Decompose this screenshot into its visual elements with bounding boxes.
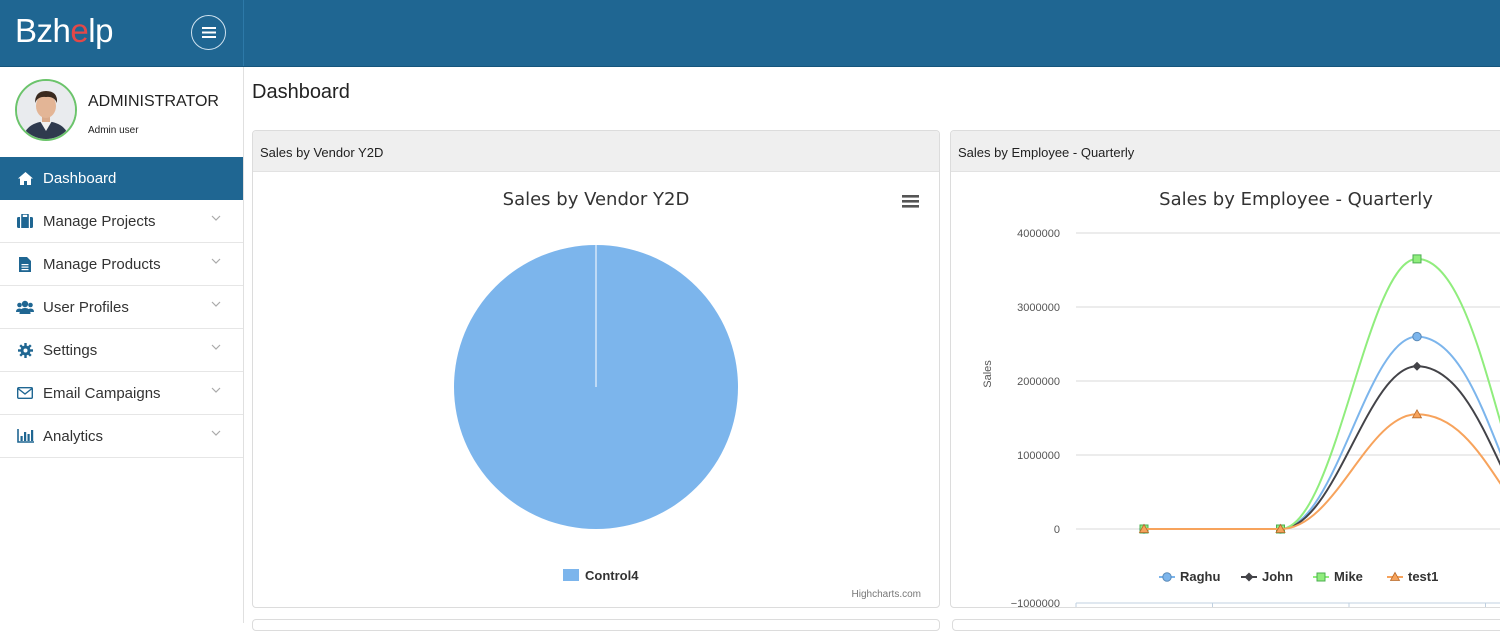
legend-item-mike[interactable]: Mike [1334, 569, 1363, 584]
page-title: Dashboard [252, 81, 350, 103]
panel-stub [952, 619, 1500, 631]
avatar[interactable] [15, 79, 77, 141]
document-icon [16, 255, 34, 273]
series-line-test1[interactable] [1144, 413, 1500, 530]
hamburger-icon [201, 27, 216, 38]
chart-credits[interactable]: Highcharts.com [852, 589, 921, 600]
panel-stub [252, 619, 940, 631]
sidebar-item-settings[interactable]: Settings [0, 329, 243, 372]
legend-marker[interactable] [1316, 572, 1326, 582]
employee-sales-panel: Sales by Employee - Quarterly Sales by E… [950, 130, 1500, 608]
sidebar-item-label: Manage Projects [43, 212, 156, 230]
username: ADMINISTRATOR [88, 93, 219, 110]
vendor-sales-panel: Sales by Vendor Y2D Sales by Vendor Y2D … [252, 130, 940, 608]
chart-title: Sales by Employee - Quarterly [1159, 189, 1433, 210]
panel-header: Sales by Employee - Quarterly [951, 131, 1500, 172]
chart-title: Sales by Vendor Y2D [503, 189, 690, 210]
envelope-icon [16, 384, 34, 402]
y-tick-label: 3000000 [1017, 302, 1060, 314]
y-tick-label: −1000000 [1011, 598, 1060, 607]
sidebar-item-label: Settings [43, 341, 98, 359]
briefcase-icon [16, 212, 34, 230]
sidebar-item-user-profiles[interactable]: User Profiles [0, 286, 243, 329]
sidebar-item-label: Email Campaigns [43, 384, 161, 402]
user-role: Admin user [88, 125, 139, 136]
series-line-mike[interactable] [1144, 257, 1500, 530]
chevron-down-icon [211, 215, 221, 221]
sidebar: ADMINISTRATOR Admin user Dashboard Manag… [0, 67, 244, 623]
chevron-down-icon [211, 258, 221, 264]
menu-toggle-button[interactable] [191, 15, 226, 50]
y-tick-label: 2000000 [1017, 376, 1060, 388]
legend-item-control4[interactable]: Control4 [585, 568, 639, 583]
y-tick-label: 1000000 [1017, 450, 1060, 462]
sidebar-item-label: Dashboard [43, 169, 117, 187]
legend-marker[interactable] [1162, 572, 1172, 582]
employee-line-chart: Sales by Employee - Quarterly Sales 4000… [982, 189, 1500, 607]
data-point-john[interactable] [1412, 361, 1422, 371]
series-line-john[interactable] [1144, 365, 1500, 530]
panel-title: Sales by Employee - Quarterly [958, 145, 1135, 160]
legend-item-john[interactable]: John [1262, 569, 1293, 584]
sidebar-item-label: Manage Products [43, 255, 161, 273]
sidebar-item-label: Analytics [43, 427, 104, 445]
chevron-down-icon [211, 387, 221, 393]
app-logo[interactable]: Bzhelp [15, 12, 113, 50]
data-point-raghu[interactable] [1412, 331, 1422, 342]
legend-item-test1[interactable]: test1 [1408, 569, 1438, 584]
user-profile: ADMINISTRATOR Admin user [0, 67, 243, 157]
vendor-pie-chart: Sales by Vendor Y2D Control4 Highcharts.… [454, 189, 921, 600]
y-axis-label: Sales [982, 360, 994, 388]
series-line-raghu[interactable] [1144, 335, 1500, 530]
panel-header: Sales by Vendor Y2D [253, 131, 939, 172]
users-icon [16, 298, 34, 316]
sidebar-item-label: User Profiles [43, 298, 129, 316]
sidebar-nav: Dashboard Manage Projects Manage Product… [0, 157, 243, 458]
legend-item-raghu[interactable]: Raghu [1180, 569, 1221, 584]
top-bar: Bzhelp [0, 0, 1500, 67]
legend-marker[interactable] [1244, 572, 1254, 582]
gear-icon [16, 341, 34, 359]
chevron-down-icon [211, 301, 221, 307]
bar-chart-icon [16, 427, 34, 445]
chevron-down-icon [211, 430, 221, 436]
sidebar-item-manage-projects[interactable]: Manage Projects [0, 200, 243, 243]
sidebar-item-dashboard[interactable]: Dashboard [0, 157, 243, 200]
sidebar-item-email-campaigns[interactable]: Email Campaigns [0, 372, 243, 415]
panel-title: Sales by Vendor Y2D [260, 145, 384, 160]
brand-area: Bzhelp [0, 0, 244, 66]
y-tick-label: 0 [1054, 524, 1060, 536]
legend-swatch [563, 569, 579, 581]
sidebar-item-analytics[interactable]: Analytics [0, 415, 243, 458]
home-icon [16, 169, 34, 187]
sidebar-item-manage-products[interactable]: Manage Products [0, 243, 243, 286]
logo-heart: e [70, 12, 89, 49]
y-tick-label: 4000000 [1017, 228, 1060, 240]
chart-context-menu-button[interactable] [902, 194, 920, 209]
chevron-down-icon [211, 344, 221, 350]
data-point-mike[interactable] [1412, 254, 1422, 264]
